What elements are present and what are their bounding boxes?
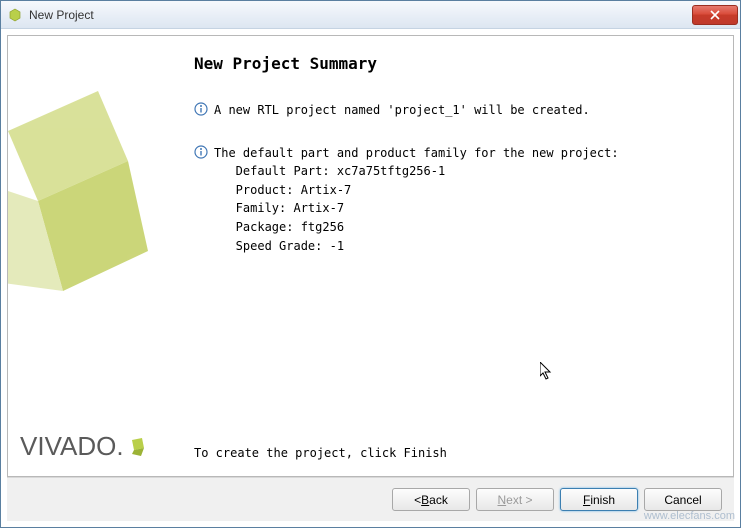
- dialog-body: VIVADO. New Project Summary: [7, 35, 734, 477]
- info-text-2: The default part and product family for …: [214, 144, 619, 256]
- close-button[interactable]: [692, 5, 738, 25]
- content-area: New Project Summary A new RTL project na…: [188, 36, 733, 476]
- titlebar: New Project: [1, 1, 740, 29]
- back-button[interactable]: < Back: [392, 488, 470, 511]
- button-bar: < Back Next > Finish Cancel: [7, 477, 734, 521]
- close-icon: [710, 10, 720, 20]
- info-row-1: A new RTL project named 'project_1' will…: [194, 101, 713, 120]
- info-row-2: The default part and product family for …: [194, 144, 713, 256]
- next-button: Next >: [476, 488, 554, 511]
- info-icon: [194, 145, 208, 159]
- side-graphic: VIVADO.: [8, 36, 188, 476]
- cancel-button[interactable]: Cancel: [644, 488, 722, 511]
- page-title: New Project Summary: [194, 54, 713, 73]
- dialog-window: New Project VIVADO.: [0, 0, 741, 528]
- logo-mark-icon: [126, 436, 148, 458]
- logo-dot: .: [116, 431, 123, 462]
- decorative-shape: [8, 91, 188, 391]
- vivado-logo: VIVADO.: [20, 431, 148, 462]
- finish-hint: To create the project, click Finish: [194, 446, 713, 460]
- info-text-1: A new RTL project named 'project_1' will…: [214, 101, 590, 120]
- info-icon: [194, 102, 208, 116]
- logo-text: VIVADO: [20, 431, 116, 462]
- window-title: New Project: [29, 8, 692, 22]
- finish-button[interactable]: Finish: [560, 488, 638, 511]
- app-icon: [7, 7, 23, 23]
